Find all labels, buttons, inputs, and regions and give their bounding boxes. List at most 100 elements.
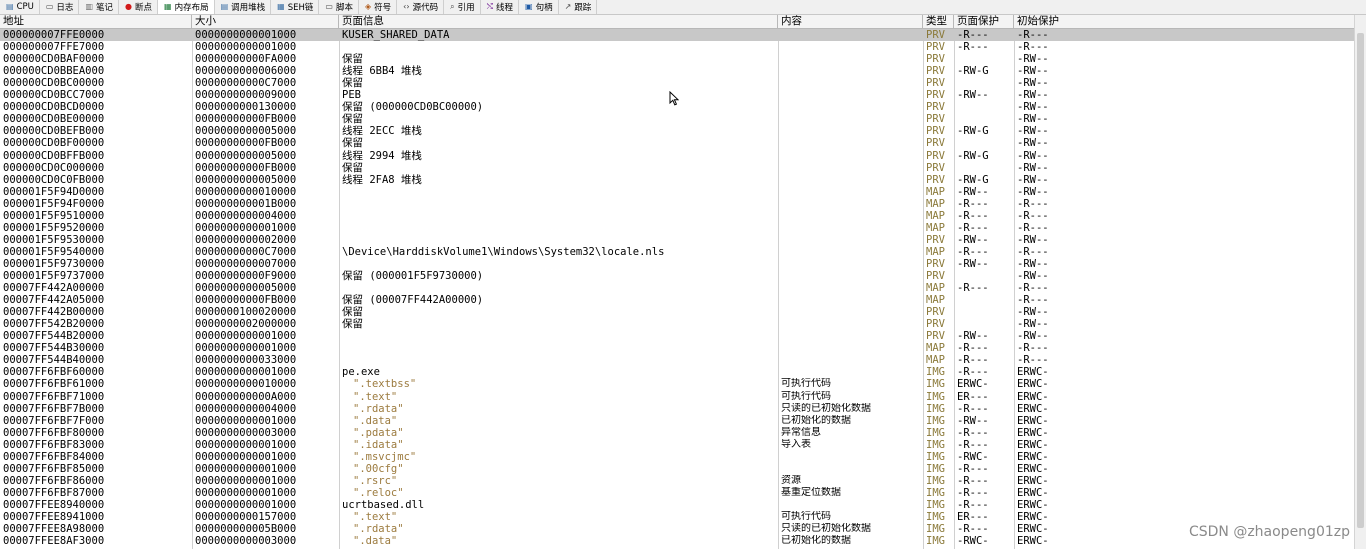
table-row[interactable]: 00007FF544B20000 0000000000001000 PRV -RW--… — [0, 330, 1354, 342]
table-row[interactable]: 000000CD0BEFB000 0000000000005000 线程 2ECC … — [0, 125, 1354, 137]
table-row[interactable]: 000001F5F94F0000 000000000001B000 MAP -R---… — [0, 198, 1354, 210]
tab-call-stack[interactable]: ▤ 调用堆栈 — [215, 0, 272, 14]
tab-script[interactable]: ▭ 脚本 — [319, 0, 359, 14]
table-row[interactable]: 000001F5F9737000 00000000000F9000 保留 (0000… — [0, 270, 1354, 282]
tab-notes[interactable]: ▥ 笔记 — [79, 0, 120, 14]
initial-protection-cell: -R--- — [1017, 282, 1049, 295]
type-cell: PRV — [926, 149, 945, 162]
table-row[interactable]: 00007FF6FBF60000 0000000000001000 pe.exe IM… — [0, 366, 1354, 378]
initial-protection-cell: ERWC- — [1017, 498, 1049, 511]
vertical-scrollbar[interactable] — [1354, 15, 1366, 549]
section-name: ".rsrc" — [353, 474, 398, 487]
table-row[interactable]: 000001F5F9520000 0000000000001000 MAP -R---… — [0, 222, 1354, 234]
table-row[interactable]: 000000007FFE0000 0000000000001000 KUSER_SH… — [0, 29, 1354, 41]
table-row[interactable]: 00007FF6FBF7F000 0000000000001000 ".data" 已… — [0, 415, 1354, 427]
initial-protection-cell: ERWC- — [1017, 438, 1049, 451]
table-row[interactable]: 00007FF6FBF84000 0000000000001000 ".msvcjm… — [0, 451, 1354, 463]
table-row[interactable]: 00007FF6FBF71000 000000000000A000 ".text" 可… — [0, 391, 1354, 403]
page-info-cell: ".data" — [339, 415, 778, 427]
column-header-protection[interactable]: 页面保护 — [954, 15, 1014, 28]
table-row[interactable]: 00007FF6FBF7B000 0000000000004000 ".rdata"… — [0, 403, 1354, 415]
symbols-icon: ◈ — [364, 2, 372, 11]
table-row[interactable]: 00007FF6FBF80000 0000000000003000 ".pdata"… — [0, 427, 1354, 439]
initial-protection-cell: -R--- — [1017, 41, 1049, 54]
table-row[interactable]: 00007FF6FBF83000 0000000000001000 ".idata"… — [0, 439, 1354, 451]
table-row[interactable]: 00007FFEE8A98000 000000000005B000 ".rdata"… — [0, 523, 1354, 535]
content-cell — [778, 451, 923, 463]
table-row[interactable]: 00007FF544B30000 0000000000001000 MAP -R---… — [0, 342, 1354, 354]
table-row[interactable]: 00007FF544B40000 0000000000033000 MAP -R---… — [0, 354, 1354, 366]
content-cell — [778, 306, 923, 318]
page-info-cell: ".rdata" — [339, 523, 778, 535]
column-header-content[interactable]: 内容 — [778, 15, 923, 28]
tab-breakpoint[interactable]: ● 断点 — [119, 0, 159, 14]
table-row[interactable]: 00007FF442B00000 0000000100020000 保留 PRV -RW… — [0, 306, 1354, 318]
table-row[interactable]: 00007FFEE8AF3000 0000000000003000 ".data" 已… — [0, 535, 1354, 547]
tab-cpu[interactable]: ▤ CPU — [0, 0, 40, 14]
table-row[interactable]: 000000CD0BE00000 00000000000FB000 保留 PRV -RW… — [0, 113, 1354, 125]
column-header-size[interactable]: 大小 — [192, 15, 339, 28]
table-row[interactable]: 000001F5F9730000 0000000000007000 PRV -RW--… — [0, 258, 1354, 270]
tab-log[interactable]: ▭ 日志 — [40, 0, 80, 14]
initial-protection-cell: -RW-- — [1017, 101, 1049, 114]
table-row[interactable]: 00007FF542B20000 0000000002000000 保留 PRV -RW… — [0, 318, 1354, 330]
column-header-initial-protection[interactable]: 初始保护 — [1014, 15, 1354, 28]
tab-trace[interactable]: ↗ 跟踪 — [559, 0, 598, 14]
tab-symbols[interactable]: ◈ 符号 — [359, 0, 398, 14]
protection-cell: ER--- — [957, 511, 989, 523]
table-row[interactable]: 00007FF6FBF85000 0000000000001000 ".00cfg"… — [0, 463, 1354, 475]
protection-cell — [954, 53, 1014, 65]
column-header-page-info[interactable]: 页面信息 — [339, 15, 778, 28]
address-cell: 00007FF6FBF80000 — [3, 426, 105, 439]
table-row[interactable]: 000000CD0BF00000 00000000000FB000 保留 PRV -RW… — [0, 137, 1354, 149]
initial-protection-cell: ERWC- — [1017, 414, 1049, 427]
protection-cell: -R--- — [957, 366, 989, 379]
tab-memory-map[interactable]: ▦ 内存布局 — [158, 0, 215, 14]
table-row[interactable]: 00007FF442A00000 0000000000005000 MAP -R---… — [0, 282, 1354, 294]
address-cell: 00007FF6FBF86000 — [3, 474, 105, 487]
table-row[interactable]: 00007FF6FBF86000 0000000000001000 ".rsrc" 资… — [0, 475, 1354, 487]
table-row[interactable]: 000000CD0BAF0000 00000000000FA000 保留 PRV -RW… — [0, 53, 1354, 65]
table-row[interactable]: 000001F5F9510000 0000000000004000 MAP -R---… — [0, 210, 1354, 222]
scrollbar-thumb[interactable] — [1357, 33, 1364, 528]
tab-source[interactable]: ‹› 源代码 — [397, 0, 445, 14]
table-row[interactable]: 00007FFEE8941000 0000000000157000 ".text" 可… — [0, 511, 1354, 523]
size-cell: 0000000000006000 — [195, 65, 297, 78]
tab-seh[interactable]: ▦ SEH链 — [271, 0, 320, 14]
size-cell: 0000000000010000 — [195, 378, 297, 391]
tab-references[interactable]: ⌕ 引用 — [444, 0, 481, 14]
protection-cell: -R--- — [957, 354, 989, 367]
type-cell: IMG — [926, 402, 945, 415]
section-name: ".idata" — [353, 438, 404, 451]
address-cell: 00007FFEE8AF3000 — [3, 535, 105, 548]
table-row[interactable]: 000001F5F9530000 0000000000002000 PRV -RW--… — [0, 234, 1354, 246]
table-row[interactable]: 00007FFEE8940000 0000000000001000 ucrtbase… — [0, 499, 1354, 511]
size-cell: 000000000005B000 — [195, 523, 297, 536]
size-cell: 00000000000FB000 — [195, 161, 297, 174]
table-row[interactable]: 000000007FFE7000 0000000000001000 PRV -R---… — [0, 41, 1354, 53]
content-cell — [778, 65, 923, 77]
tab-threads[interactable]: ⤭ 线程 — [481, 0, 519, 14]
table-row[interactable]: 00007FF442A05000 00000000000FB000 保留 (0000… — [0, 294, 1354, 306]
table-row[interactable]: 000000CD0BBEA000 0000000000006000 线程 6BB4 … — [0, 65, 1354, 77]
table-row[interactable]: 000000CD0C000000 00000000000FB000 保留 PRV -RW… — [0, 162, 1354, 174]
tab-handles[interactable]: ▣ 句柄 — [519, 0, 559, 14]
page-info-cell: ".msvcjmc" — [339, 451, 778, 463]
type-cell: PRV — [926, 161, 945, 174]
table-row[interactable]: 000000CD0C0FB000 0000000000005000 线程 2FA8 … — [0, 174, 1354, 186]
column-header-address[interactable]: 地址 — [0, 15, 192, 28]
table-row[interactable]: 00007FF6FBF61000 0000000000010000 ".textbs… — [0, 378, 1354, 390]
page-info-cell: 保留 — [342, 53, 363, 66]
table-row[interactable]: 000001F5F94D0000 0000000000010000 MAP -RW--… — [0, 186, 1354, 198]
type-cell: IMG — [926, 390, 945, 403]
table-row[interactable]: 000000CD0BFFB000 0000000000005000 线程 2994 … — [0, 150, 1354, 162]
table-row[interactable]: 00007FF6FBF87000 0000000000001000 ".reloc"… — [0, 487, 1354, 499]
table-row[interactable]: 000001F5F9540000 00000000000C7000 \Device\… — [0, 246, 1354, 258]
table-row[interactable]: 000000CD0BC00000 00000000000C7000 保留 PRV -RW… — [0, 77, 1354, 89]
watermark: CSDN @zhaopeng01zp — [1188, 524, 1350, 540]
column-header-type[interactable]: 类型 — [923, 15, 954, 28]
tab-label: 脚本 — [335, 3, 353, 13]
tab-label: SEH链 — [287, 3, 314, 13]
page-info-cell — [339, 186, 778, 198]
address-cell: 000001F5F94F0000 — [3, 197, 105, 210]
